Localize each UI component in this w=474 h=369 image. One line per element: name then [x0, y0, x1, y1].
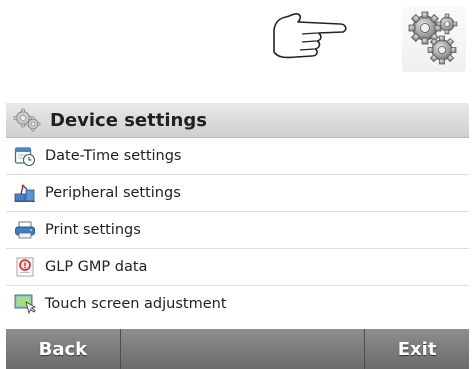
glp-data-icon	[16, 257, 34, 277]
empty-softkey	[121, 329, 366, 369]
menu-item-label: Touch screen adjustment	[45, 296, 227, 312]
menu-item-peripheral-settings[interactable]: Peripheral settings	[6, 175, 469, 212]
calendar-clock-icon	[14, 147, 36, 167]
page-title: Device settings	[50, 109, 207, 131]
footer-bar: Back Exit	[6, 329, 469, 369]
panel-header: Device settings	[6, 103, 469, 138]
gears-icon	[408, 11, 458, 65]
exit-button[interactable]: Exit	[365, 329, 469, 369]
menu-item-glp-gmp-data[interactable]: GLP GMP data	[6, 249, 469, 286]
peripheral-devices-icon	[14, 184, 35, 202]
menu-item-label: Print settings	[45, 222, 141, 238]
back-button[interactable]: Back	[6, 329, 121, 369]
menu-item-label: Peripheral settings	[45, 185, 181, 201]
gears-icon	[13, 108, 41, 132]
menu-item-label: Date-Time settings	[45, 148, 182, 164]
menu-item-print-settings[interactable]: Print settings	[6, 212, 469, 249]
printer-icon	[15, 221, 35, 239]
settings-list: Date-Time settings Peripheral settings P…	[6, 138, 469, 322]
menu-item-touch-screen-adjustment[interactable]: Touch screen adjustment	[6, 286, 469, 322]
menu-item-date-time-settings[interactable]: Date-Time settings	[6, 138, 469, 175]
pointing-hand-icon	[266, 12, 354, 64]
menu-item-label: GLP GMP data	[45, 259, 148, 275]
settings-gears-button[interactable]	[402, 6, 466, 72]
touch-screen-icon	[14, 294, 36, 315]
device-settings-panel: Device settings Date-Time settings Perip…	[6, 103, 469, 369]
